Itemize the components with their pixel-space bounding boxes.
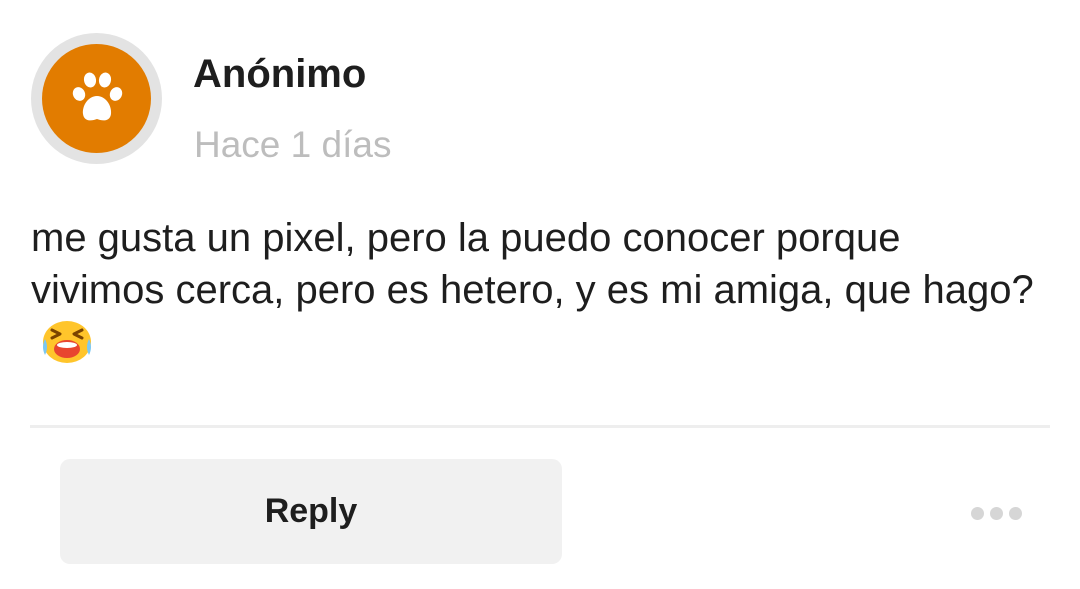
paw-icon [72,72,122,120]
author-name[interactable]: Anónimo [193,52,366,97]
more-dot [1008,506,1022,520]
more-options-icon[interactable] [960,496,1032,530]
comment-card: Anónimo Hace 1 días me gusta un pixel, p… [0,0,1080,589]
avatar-circle [42,44,151,153]
crying-face-emoji-icon [39,317,95,378]
reply-button[interactable]: Reply [60,459,562,564]
more-dot [970,506,984,520]
avatar[interactable] [31,33,162,164]
post-timestamp: Hace 1 días [194,124,392,165]
comment-text: me gusta un pixel, pero la puedo conocer… [31,216,1034,312]
more-dot [989,506,1003,520]
divider [30,425,1050,428]
comment-body: me gusta un pixel, pero la puedo conocer… [31,212,1041,378]
